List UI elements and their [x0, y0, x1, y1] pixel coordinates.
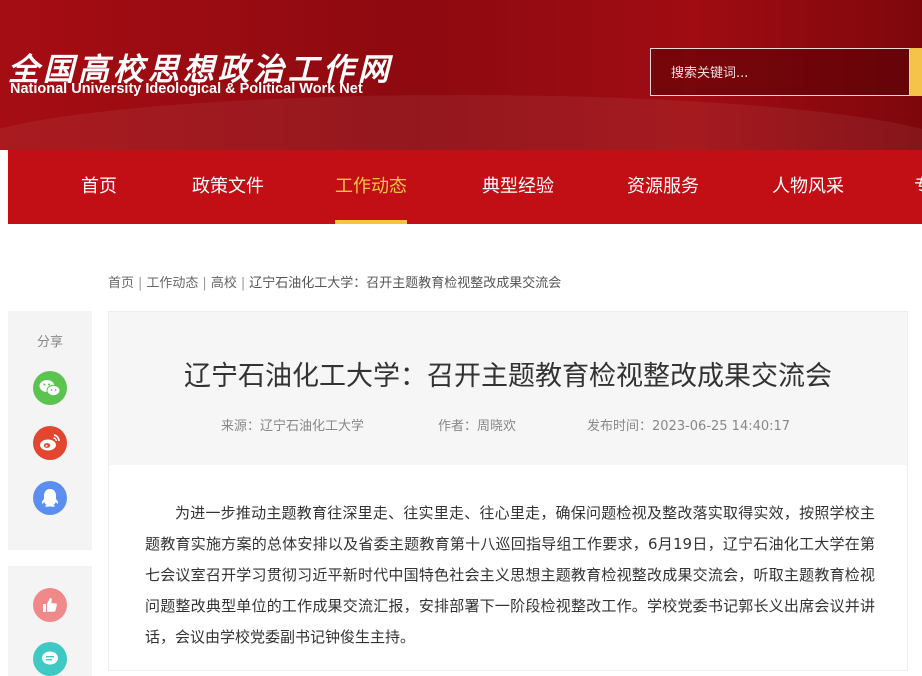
article-source: 来源：辽宁石油化工大学 [221, 419, 365, 434]
search-box [650, 48, 910, 96]
article-title: 辽宁石油化工大学：召开主题教育检视整改成果交流会 [184, 361, 832, 392]
nav-item-label: 人物风采 [772, 176, 844, 197]
search-input[interactable] [669, 62, 903, 84]
site-header: 全国高校思想政治工作网 National University Ideologi… [0, 0, 922, 150]
nav-item-people[interactable]: 人物风采 [770, 150, 846, 224]
breadcrumb-work-news[interactable]: 工作动态 [146, 276, 198, 291]
search-button[interactable] [910, 48, 922, 96]
nav-item-resources[interactable]: 资源服务 [625, 150, 701, 224]
article-body: 为进一步推动主题教育往深里走、往实里走、往心里走，确保问题检视及整改落实取得实效… [145, 504, 875, 646]
site-logo-subtitle[interactable]: National University Ideological & Politi… [10, 81, 363, 97]
wechat-icon[interactable] [33, 371, 67, 405]
breadcrumb-universities[interactable]: 高校 [211, 276, 237, 291]
like-icon[interactable] [33, 588, 67, 622]
weibo-icon[interactable] [33, 426, 67, 460]
active-tab-indicator [335, 220, 407, 224]
nav-item-policy[interactable]: 政策文件 [190, 150, 266, 224]
share-label: 分享 [36, 335, 63, 350]
breadcrumb-separator: | [138, 276, 143, 291]
article-author: 作者：周晓欢 [438, 419, 517, 434]
nav-item-home[interactable]: 首页 [78, 150, 120, 224]
nav-item-special[interactable]: 专 [913, 150, 922, 224]
breadcrumb-current: 辽宁石油化工大学：召开主题教育检视整改成果交流会 [249, 276, 562, 291]
nav-item-label: 工作动态 [335, 176, 407, 197]
breadcrumb-separator: | [240, 276, 246, 291]
main-nav: 首页 政策文件 工作动态 典型经验 资源服务 人物风采 专 [8, 150, 922, 224]
comment-icon[interactable] [33, 642, 67, 676]
nav-item-label: 政策文件 [192, 176, 264, 197]
nav-item-typical-experience[interactable]: 典型经验 [480, 150, 556, 224]
header-decoration [0, 95, 922, 150]
interaction-panel [8, 566, 92, 676]
breadcrumb-separator: | [202, 276, 207, 291]
share-panel: 分享 [8, 311, 92, 550]
nav-item-label: 首页 [81, 176, 117, 197]
article-publish-time: 发布时间：2023-06-25 14:40:17 [587, 419, 791, 434]
nav-item-label: 专 [914, 176, 922, 197]
article-header: 辽宁石油化工大学：召开主题教育检视整改成果交流会 来源：辽宁石油化工大学 作者：… [109, 312, 907, 465]
breadcrumb-home[interactable]: 首页 [108, 276, 134, 291]
nav-item-label: 资源服务 [627, 176, 699, 197]
nav-item-label: 典型经验 [482, 176, 554, 197]
nav-item-work-news[interactable]: 工作动态 [335, 150, 407, 224]
qq-icon[interactable] [33, 481, 67, 515]
breadcrumb: 首页 | 工作动态 | 高校 | 辽宁石油化工大学：召开主题教育检视整改成果交流会 [108, 272, 561, 291]
article: 辽宁石油化工大学：召开主题教育检视整改成果交流会 来源：辽宁石油化工大学 作者：… [108, 311, 908, 671]
